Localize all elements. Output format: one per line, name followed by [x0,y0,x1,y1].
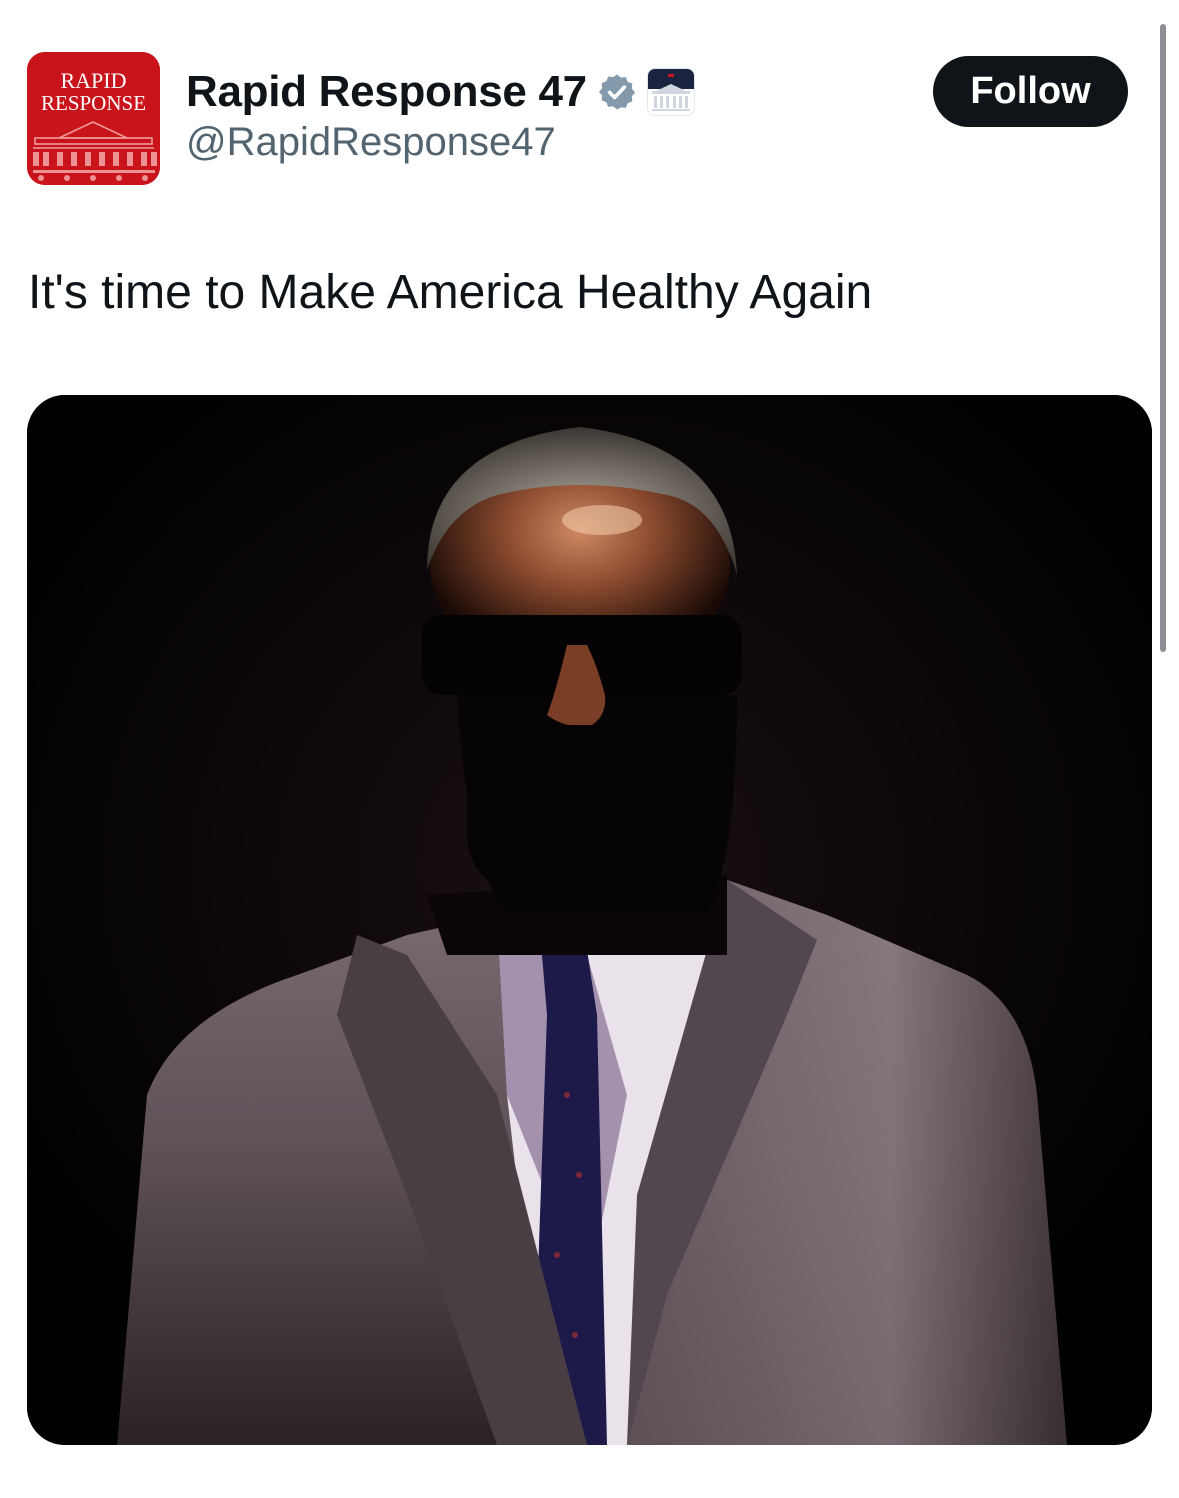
display-name[interactable]: Rapid Response 47 [186,67,587,117]
avatar-text-line2: RESPONSE [41,91,146,115]
follow-button[interactable]: Follow [933,56,1128,127]
tweet-text: It's time to Make America Healthy Again [28,266,873,319]
avatar-text-line1: RAPID [60,68,126,93]
account-handle[interactable]: @RapidResponse47 [186,120,556,165]
tweet-media-photo[interactable] [27,395,1152,1445]
profile-avatar[interactable]: RAPID RESPONSE [27,52,160,185]
rapid-response-logo: RAPID RESPONSE [27,52,160,185]
portrait-photo [27,395,1152,1445]
verified-badge-icon[interactable] [597,72,637,112]
name-row: Rapid Response 47 [186,64,695,120]
scrollbar[interactable] [1160,24,1166,652]
white-house-affiliate-icon[interactable] [646,68,695,116]
